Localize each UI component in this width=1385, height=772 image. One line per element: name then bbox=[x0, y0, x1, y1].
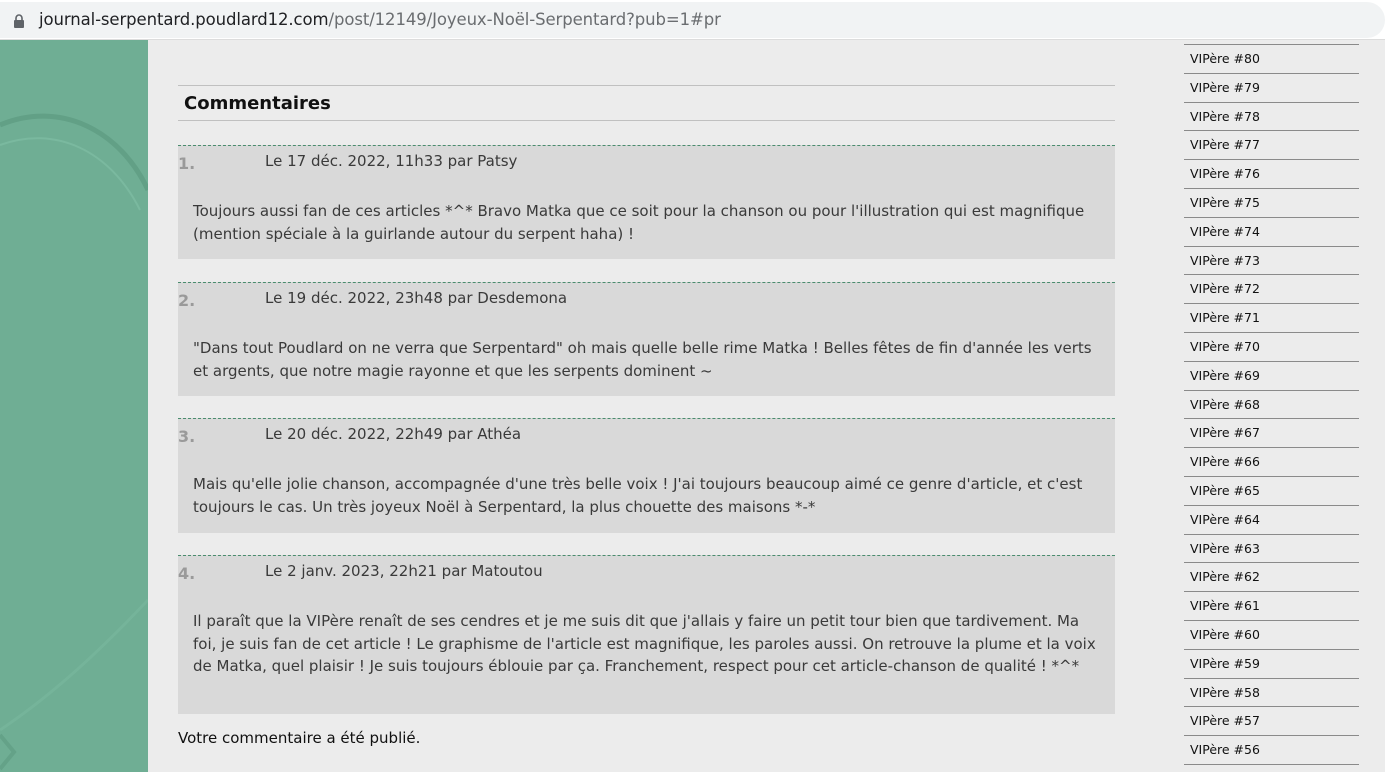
sidebar-issue-link[interactable]: VIPère #63 bbox=[1184, 535, 1359, 564]
sidebar-issue-link[interactable]: VIPère #72 bbox=[1184, 275, 1359, 305]
url-field[interactable]: journal-serpentard.poudlard12.com/post/1… bbox=[0, 2, 1385, 38]
sidebar-issue-link[interactable]: VIPère #57 bbox=[1184, 707, 1359, 737]
sidebar-issue-link[interactable]: VIPère #79 bbox=[1184, 74, 1359, 103]
decorative-swirl-graphic bbox=[0, 113, 148, 771]
sidebar-issue-link[interactable]: VIPère #80 bbox=[1184, 45, 1359, 74]
comments-header: Commentaires bbox=[178, 85, 1115, 121]
sidebar-issue-link[interactable]: VIPère #73 bbox=[1184, 247, 1359, 276]
sidebar-issue-link[interactable]: VIPère #64 bbox=[1184, 506, 1359, 535]
comment-item: 3. Le 20 déc. 2022, 22h49 par Athéa Mais… bbox=[178, 418, 1115, 533]
comment-number: 1. bbox=[178, 154, 196, 173]
comment-item: 4. Le 2 janv. 2023, 22h21 par Matoutou I… bbox=[178, 555, 1115, 714]
url-host: journal-serpentard.poudlard12.com bbox=[39, 10, 329, 29]
comment-text: Mais qu'elle jolie chanson, accompagnée … bbox=[193, 475, 1083, 516]
sidebar-issue-link[interactable]: VIPère #70 bbox=[1184, 333, 1359, 362]
comment-text: "Dans tout Poudlard on ne verra que Serp… bbox=[193, 339, 1092, 380]
sidebar-issue-link[interactable]: VIPère #66 bbox=[1184, 448, 1359, 477]
sidebar-issue-link[interactable]: VIPère #69 bbox=[1184, 362, 1359, 391]
sidebar-issue-link[interactable]: VIPère #60 bbox=[1184, 621, 1359, 650]
comment-meta: Le 2 janv. 2023, 22h21 par Matoutou bbox=[265, 562, 543, 580]
comment-number: 4. bbox=[178, 564, 196, 583]
sidebar-issue-link[interactable]: VIPère #67 bbox=[1184, 419, 1359, 449]
comment-number: 3. bbox=[178, 427, 196, 446]
comment-text: Il paraît que la VIPère renaît de ses ce… bbox=[193, 612, 1096, 675]
sidebar-issue-link[interactable]: VIPère #56 bbox=[1184, 736, 1359, 765]
sidebar-issue-link[interactable]: VIPère #77 bbox=[1184, 131, 1359, 161]
sidebar-issue-link[interactable]: VIPère #76 bbox=[1184, 160, 1359, 189]
comment-item: 2. Le 19 déc. 2022, 23h48 par Desdemona … bbox=[178, 282, 1115, 396]
sidebar-issue-link[interactable]: VIPère #74 bbox=[1184, 218, 1359, 247]
comment-meta: Le 17 déc. 2022, 11h33 par Patsy bbox=[265, 152, 518, 170]
comment-meta: Le 20 déc. 2022, 22h49 par Athéa bbox=[265, 425, 522, 443]
comment-number: 2. bbox=[178, 291, 196, 310]
url-path: /post/12149/Joyeux-Noël-Serpentard?pub=1… bbox=[328, 10, 721, 29]
comment-published-message: Votre commentaire a été publié. bbox=[178, 729, 421, 747]
sidebar-issue-link[interactable]: VIPère #71 bbox=[1184, 304, 1359, 333]
vipere-issues-sidebar: VIPère #80 VIPère #79 VIPère #78 VIPère #77… bbox=[1184, 40, 1359, 772]
decorative-side-panel bbox=[0, 40, 148, 772]
sidebar-issue-link[interactable]: VIPère #75 bbox=[1184, 189, 1359, 218]
comment-text: Toujours aussi fan de ces articles *^* B… bbox=[193, 202, 1085, 243]
browser-address-bar: journal-serpentard.poudlard12.com/post/1… bbox=[0, 0, 1385, 40]
issues-list: VIPère #80 VIPère #79 VIPère #78 VIPère #77… bbox=[1184, 44, 1359, 765]
sidebar-issue-link[interactable]: VIPère #59 bbox=[1184, 650, 1359, 679]
sidebar-issue-link[interactable]: VIPère #65 bbox=[1184, 477, 1359, 506]
comments-title: Commentaires bbox=[184, 93, 331, 114]
lock-icon[interactable] bbox=[13, 14, 25, 28]
comment-meta: Le 19 déc. 2022, 23h48 par Desdemona bbox=[265, 289, 568, 307]
sidebar-issue-link[interactable]: VIPère #78 bbox=[1184, 103, 1359, 132]
sidebar-issue-link[interactable]: VIPère #61 bbox=[1184, 592, 1359, 621]
comment-item: 1. Le 17 déc. 2022, 11h33 par Patsy Touj… bbox=[178, 145, 1115, 259]
sidebar-issue-link[interactable]: VIPère #68 bbox=[1184, 391, 1359, 420]
main-content: Commentaires 1. Le 17 déc. 2022, 11h33 p… bbox=[148, 40, 1168, 772]
sidebar-issue-link[interactable]: VIPère #58 bbox=[1184, 679, 1359, 708]
sidebar-issue-link[interactable]: VIPère #62 bbox=[1184, 563, 1359, 593]
url-text[interactable]: journal-serpentard.poudlard12.com/post/1… bbox=[39, 10, 721, 29]
